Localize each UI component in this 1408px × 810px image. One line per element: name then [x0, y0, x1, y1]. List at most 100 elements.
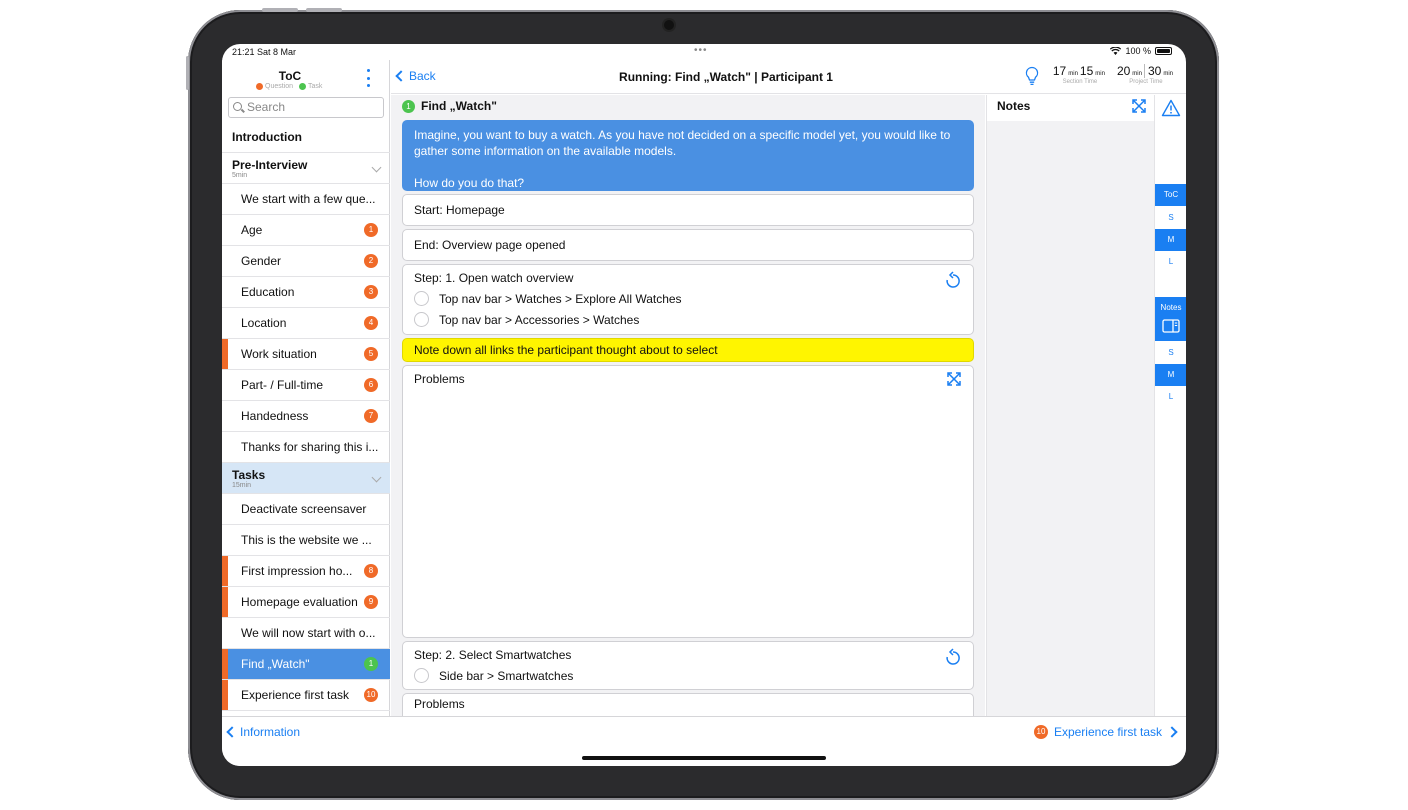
- next-button[interactable]: 10 Experience first task: [1033, 725, 1178, 739]
- step-card: Step: 2. Select Smartwatches Side bar > …: [402, 641, 974, 690]
- marker-bar: [222, 339, 228, 369]
- legend-question: Question: [256, 83, 293, 90]
- list-item[interactable]: Work situation 5: [222, 339, 390, 370]
- expand-icon[interactable]: [947, 372, 961, 386]
- marker-bar: [222, 680, 228, 710]
- side-button: [186, 56, 189, 90]
- search-input[interactable]: Search: [228, 97, 384, 118]
- volume-button: [262, 8, 298, 12]
- toc-toggle[interactable]: ToC: [1155, 184, 1186, 206]
- marker-bar: [222, 649, 228, 679]
- toc-list: Introduction Pre-Interview 5min We start …: [222, 122, 390, 711]
- step-option[interactable]: Top nav bar > Watches > Explore All Watc…: [414, 291, 962, 306]
- back-button[interactable]: Back: [395, 69, 436, 83]
- step-option[interactable]: Side bar > Smartwatches: [414, 668, 962, 683]
- home-indicator[interactable]: [582, 756, 826, 760]
- question-badge: 7: [364, 409, 378, 423]
- task-title: Find „Watch": [421, 99, 497, 113]
- notes-size-m[interactable]: M: [1155, 364, 1186, 386]
- list-item[interactable]: First impression ho... 8: [222, 556, 390, 587]
- list-item[interactable]: Homepage evaluation 9: [222, 587, 390, 618]
- list-item[interactable]: Deactivate screensaver: [222, 494, 390, 525]
- more-menu-icon[interactable]: [362, 69, 374, 87]
- project-timer[interactable]: 20 min 30 min Project Time: [1112, 64, 1180, 85]
- chevron-right-icon: [1166, 726, 1178, 738]
- notes-textarea[interactable]: [987, 121, 1155, 716]
- problems-label: Problems: [414, 372, 465, 386]
- step-title: Step: 2. Select Smartwatches: [414, 648, 572, 662]
- notes-title: Notes: [997, 99, 1031, 113]
- list-item[interactable]: Education 3: [222, 277, 390, 308]
- task-number-badge: 1: [402, 99, 415, 113]
- problems-label: Problems: [414, 697, 465, 711]
- list-item[interactable]: Experience first task 10: [222, 680, 390, 711]
- volume-button: [306, 8, 342, 12]
- list-item[interactable]: We start with a few que...: [222, 184, 390, 215]
- previous-button[interactable]: Information: [226, 725, 300, 739]
- scenario-card: Imagine, you want to buy a watch. As you…: [402, 120, 974, 191]
- notes-panel: Notes: [986, 95, 1155, 716]
- reset-icon[interactable]: [945, 271, 961, 289]
- status-time: 21:21 Sat 8 Mar: [232, 47, 297, 57]
- radio-button[interactable]: [414, 312, 429, 327]
- notes-toggle[interactable]: Notes: [1155, 297, 1186, 341]
- list-item[interactable]: We will now start with o...: [222, 618, 390, 649]
- chevron-left-icon: [395, 70, 407, 82]
- radio-button[interactable]: [414, 668, 429, 683]
- list-item[interactable]: Age 1: [222, 215, 390, 246]
- notes-size-s[interactable]: S: [1155, 342, 1186, 364]
- section-tasks[interactable]: Tasks 15min: [222, 463, 390, 494]
- status-bar: 21:21 Sat 8 Mar ••• 100 %: [222, 44, 1186, 60]
- warning-icon[interactable]: [1161, 99, 1181, 117]
- section-timer[interactable]: 17 min 15 min Section Time: [1048, 64, 1112, 85]
- screen: 21:21 Sat 8 Mar ••• 100 % ToC Question T…: [222, 44, 1186, 766]
- toc-legend: Question Task: [256, 83, 322, 90]
- note-card: Note down all links the participant thou…: [402, 338, 974, 362]
- question-badge: 9: [364, 595, 378, 609]
- end-card: End: Overview page opened: [402, 229, 974, 261]
- question-badge: 10: [1033, 725, 1048, 739]
- battery-icon: [1155, 47, 1172, 55]
- search-placeholder: Search: [247, 100, 286, 114]
- step-option[interactable]: Top nav bar > Accessories > Watches: [414, 312, 962, 327]
- list-item[interactable]: Location 4: [222, 308, 390, 339]
- list-item[interactable]: This is the website we ...: [222, 525, 390, 556]
- question-dot-icon: [256, 83, 263, 90]
- list-item[interactable]: Thanks for sharing this i...: [222, 432, 390, 463]
- expand-icon[interactable]: [1132, 99, 1146, 113]
- radio-button[interactable]: [414, 291, 429, 306]
- list-item[interactable]: Gender 2: [222, 246, 390, 277]
- multitasking-dots[interactable]: •••: [694, 45, 708, 56]
- layout-rail: ToC S M L Notes S M L: [1154, 95, 1186, 716]
- problems-field[interactable]: Problems: [402, 365, 974, 638]
- reset-icon[interactable]: [945, 648, 961, 666]
- toc-sidebar: ToC Question Task Search Introduction Pr…: [222, 60, 390, 716]
- start-card: Start: Homepage: [402, 194, 974, 226]
- wifi-icon: [1110, 47, 1122, 55]
- section-pre-interview[interactable]: Pre-Interview 5min: [222, 153, 390, 184]
- toc-size-l[interactable]: L: [1155, 251, 1186, 273]
- task-header: 1 Find „Watch": [402, 99, 497, 113]
- question-badge: 2: [364, 254, 378, 268]
- legend-task: Task: [299, 83, 322, 90]
- task-badge: 1: [364, 657, 378, 671]
- list-item[interactable]: Handedness 7: [222, 401, 390, 432]
- toc-title: ToC: [278, 69, 302, 83]
- timers: 17 min 15 min Section Time 20 min 30 min Proje…: [1048, 64, 1180, 85]
- notes-size-l[interactable]: L: [1155, 386, 1186, 408]
- list-item-selected[interactable]: Find „Watch" 1: [222, 649, 390, 680]
- toc-size-s[interactable]: S: [1155, 207, 1186, 229]
- question-badge: 1: [364, 223, 378, 237]
- step-card: Step: 1. Open watch overview Top nav bar…: [402, 264, 974, 335]
- section-introduction[interactable]: Introduction: [222, 122, 390, 153]
- sidebar-panel-icon: [1162, 319, 1180, 333]
- problems-field[interactable]: Problems: [402, 693, 974, 716]
- bottom-toolbar: Information 10 Experience first task: [222, 716, 1186, 766]
- question-badge: 6: [364, 378, 378, 392]
- list-item[interactable]: Part- / Full-time 6: [222, 370, 390, 401]
- marker-bar: [222, 587, 228, 617]
- question-badge: 8: [364, 564, 378, 578]
- question-badge: 10: [364, 688, 378, 702]
- lightbulb-icon[interactable]: [1025, 66, 1039, 86]
- toc-size-m[interactable]: M: [1155, 229, 1186, 251]
